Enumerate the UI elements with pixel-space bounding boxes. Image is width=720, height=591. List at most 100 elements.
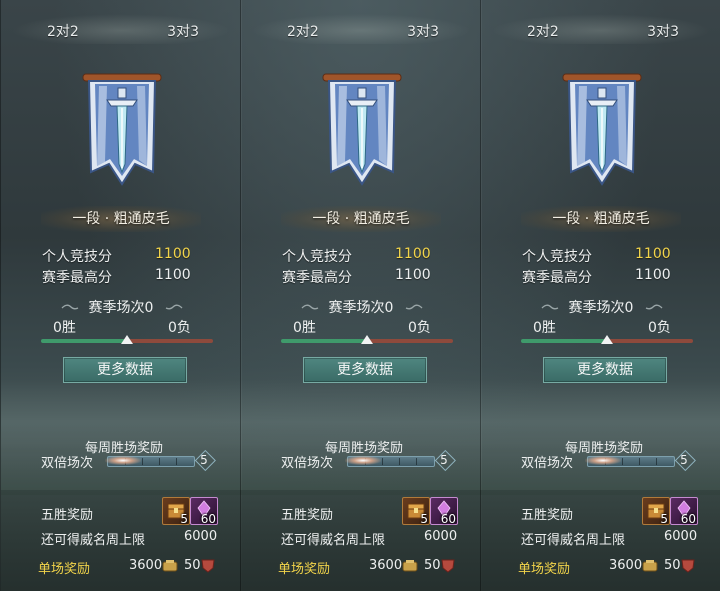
season-matches: 赛季场次0	[328, 300, 394, 316]
purple-gem-icon[interactable]: 60	[670, 497, 698, 526]
season-best-label: 赛季最高分	[42, 270, 112, 286]
personal-score-value: 1100	[395, 246, 431, 262]
season-best-value: 1100	[155, 267, 191, 283]
season-best-value: 1100	[395, 267, 431, 283]
red-shield-icon	[441, 559, 455, 573]
losses-count: 0负	[648, 320, 671, 336]
progress-glow	[585, 456, 621, 465]
tab-2v2[interactable]: 2对2	[287, 21, 319, 41]
tab-2v2[interactable]: 2对2	[527, 21, 559, 41]
win-bar-fill	[41, 339, 127, 343]
treasure-chest-icon[interactable]: 5	[162, 497, 190, 526]
personal-score-value: 1100	[635, 246, 671, 262]
treasure-chest-icon[interactable]: 5	[642, 497, 670, 526]
coin-pouch-icon	[642, 560, 658, 572]
ratio-marker-icon	[121, 335, 133, 344]
ratio-marker-icon	[601, 335, 613, 344]
mode-tabbar: 2对2 3对3	[11, 14, 231, 44]
tab-3v3[interactable]: 3对3	[407, 21, 439, 41]
arena-panel: 2对2 3对3 一段 · 粗通皮毛 个人竞技分 1100 赛季最高分 1100 …	[480, 0, 720, 591]
prestige-limit-label: 还可得威名周上限	[521, 533, 626, 548]
purple-gem-icon[interactable]: 60	[190, 497, 218, 526]
more-data-button[interactable]: 更多数据	[303, 357, 427, 383]
wins-count: 0胜	[53, 320, 76, 336]
chest-count: 5	[420, 512, 428, 526]
treasure-chest-icon[interactable]: 5	[402, 497, 430, 526]
gem-count: 60	[200, 512, 216, 526]
rank-banner-icon	[322, 73, 402, 186]
double-matches-label: 双倍场次	[281, 456, 334, 471]
double-matches-count: 5	[435, 452, 453, 468]
single-reward-shield-value: 50	[184, 558, 201, 573]
single-reward-label: 单场奖励	[38, 562, 91, 577]
weekly-reward-title: 每周胜场奖励	[85, 441, 164, 456]
five-win-label: 五胜奖励	[521, 508, 574, 523]
loss-bar-fill	[367, 339, 453, 343]
personal-score-label: 个人竞技分	[42, 249, 112, 265]
rank-title: 一段 · 粗通皮毛	[521, 206, 681, 232]
wins-count: 0胜	[533, 320, 556, 336]
tab-2v2[interactable]: 2对2	[47, 21, 79, 41]
weekly-reward-title: 每周胜场奖励	[565, 441, 644, 456]
personal-score-label: 个人竞技分	[282, 249, 352, 265]
red-shield-icon	[201, 559, 215, 573]
single-reward-shield-value: 50	[664, 558, 681, 573]
progress-glow	[105, 456, 141, 465]
tab-3v3[interactable]: 3对3	[647, 21, 679, 41]
progress-glow	[345, 456, 381, 465]
single-reward-label: 单场奖励	[518, 562, 571, 577]
swirl-ornament-icon	[165, 304, 183, 310]
double-matches-label: 双倍场次	[41, 456, 94, 471]
more-data-button[interactable]: 更多数据	[63, 357, 187, 383]
weekly-reward-title: 每周胜场奖励	[325, 441, 404, 456]
tab-3v3[interactable]: 3对3	[167, 21, 199, 41]
prestige-limit-value: 6000	[424, 529, 458, 544]
mode-tabbar: 2对2 3对3	[251, 14, 471, 44]
red-shield-icon	[681, 559, 695, 573]
prestige-limit-label: 还可得威名周上限	[281, 533, 386, 548]
purple-gem-icon[interactable]: 60	[430, 497, 458, 526]
single-reward-coin-value: 3600	[369, 558, 403, 573]
prestige-limit-value: 6000	[184, 529, 218, 544]
double-matches-label: 双倍场次	[521, 456, 574, 471]
losses-count: 0负	[408, 320, 431, 336]
season-best-label: 赛季最高分	[282, 270, 352, 286]
single-reward-coin-value: 3600	[609, 558, 643, 573]
double-matches-count: 5	[675, 452, 693, 468]
season-best-label: 赛季最高分	[522, 270, 592, 286]
loss-bar-fill	[607, 339, 693, 343]
rank-banner-icon	[562, 73, 642, 186]
season-matches: 赛季场次0	[568, 300, 634, 316]
chest-count: 5	[180, 512, 188, 526]
pvp-stats-screen: 2对2 3对3 一段 · 粗通皮毛 个人竞技分 1100 赛季最高分 1100 …	[0, 0, 720, 591]
win-bar-fill	[521, 339, 607, 343]
five-win-label: 五胜奖励	[41, 508, 94, 523]
mode-tabbar: 2对2 3对3	[491, 14, 711, 44]
prestige-limit-value: 6000	[664, 529, 698, 544]
double-matches-count: 5	[195, 452, 213, 468]
coin-pouch-icon	[162, 560, 178, 572]
rank-banner-icon	[82, 73, 162, 186]
single-reward-label: 单场奖励	[278, 562, 331, 577]
swirl-ornament-icon	[645, 304, 663, 310]
more-data-button[interactable]: 更多数据	[543, 357, 667, 383]
arena-panel: 2对2 3对3 一段 · 粗通皮毛 个人竞技分 1100 赛季最高分 1100 …	[0, 0, 242, 591]
losses-count: 0负	[168, 320, 191, 336]
five-win-label: 五胜奖励	[281, 508, 334, 523]
coin-pouch-icon	[402, 560, 418, 572]
single-reward-shield-value: 50	[424, 558, 441, 573]
personal-score-value: 1100	[155, 246, 191, 262]
season-best-value: 1100	[635, 267, 671, 283]
rank-title: 一段 · 粗通皮毛	[281, 206, 441, 232]
gem-count: 60	[440, 512, 456, 526]
wins-count: 0胜	[293, 320, 316, 336]
swirl-ornament-icon	[405, 304, 423, 310]
personal-score-label: 个人竞技分	[522, 249, 592, 265]
arena-panel: 2对2 3对3 一段 · 粗通皮毛 个人竞技分 1100 赛季最高分 1100 …	[240, 0, 482, 591]
prestige-limit-label: 还可得威名周上限	[41, 533, 146, 548]
season-matches: 赛季场次0	[88, 300, 154, 316]
chest-count: 5	[660, 512, 668, 526]
loss-bar-fill	[127, 339, 213, 343]
ratio-marker-icon	[361, 335, 373, 344]
gem-count: 60	[680, 512, 696, 526]
